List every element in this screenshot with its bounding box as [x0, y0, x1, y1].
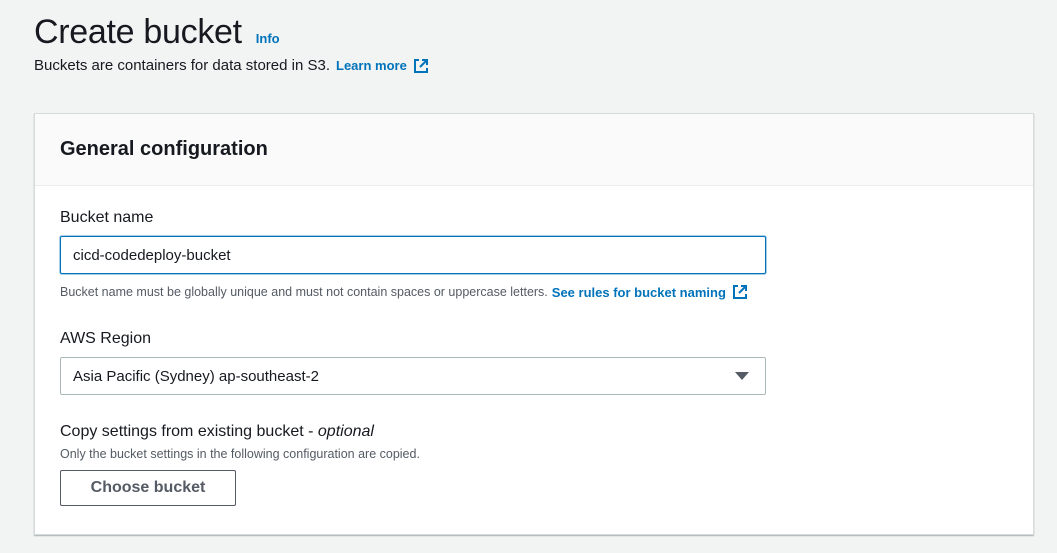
- external-link-icon: [413, 58, 428, 73]
- title-row: Create bucket Info: [34, 10, 429, 54]
- aws-region-selected-value: Asia Pacific (Sydney) ap-southeast-2: [73, 367, 319, 385]
- aws-region-label: AWS Region: [60, 330, 151, 347]
- panel-title: General configuration: [60, 138, 268, 160]
- bucket-naming-rules-link[interactable]: See rules for bucket naming: [552, 284, 748, 300]
- panel-header: General configuration: [35, 114, 1033, 186]
- copy-settings-label-text: Copy settings from existing bucket: [60, 423, 304, 440]
- bucket-name-label: Bucket name: [60, 209, 154, 226]
- info-link[interactable]: Info: [256, 31, 280, 46]
- learn-more-label: Learn more: [336, 58, 407, 73]
- page-title: Create bucket: [34, 13, 242, 51]
- copy-settings-description: Only the bucket settings in the followin…: [60, 447, 420, 461]
- page-description-row: Buckets are containers for data stored i…: [34, 57, 429, 74]
- aws-region-select[interactable]: Asia Pacific (Sydney) ap-southeast-2: [60, 357, 766, 395]
- bucket-name-hint-row: Bucket name must be globally unique and …: [60, 284, 748, 300]
- page-description: Buckets are containers for data stored i…: [34, 57, 330, 74]
- bucket-name-input[interactable]: [60, 236, 766, 274]
- page-header: Create bucket Info Buckets are container…: [34, 10, 429, 74]
- bucket-naming-rules-label: See rules for bucket naming: [551, 284, 726, 300]
- copy-settings-separator: -: [303, 423, 318, 440]
- learn-more-link[interactable]: Learn more: [336, 58, 429, 74]
- choose-bucket-button[interactable]: Choose bucket: [60, 470, 236, 506]
- optional-tag: optional: [317, 423, 374, 440]
- general-configuration-panel: General configuration Bucket name Bucket…: [34, 113, 1034, 535]
- copy-settings-label: Copy settings from existing bucket - opt…: [60, 423, 374, 441]
- external-link-icon: [732, 285, 747, 299]
- bucket-name-hint: Bucket name must be globally unique and …: [60, 285, 548, 299]
- caret-down-icon: [735, 372, 749, 380]
